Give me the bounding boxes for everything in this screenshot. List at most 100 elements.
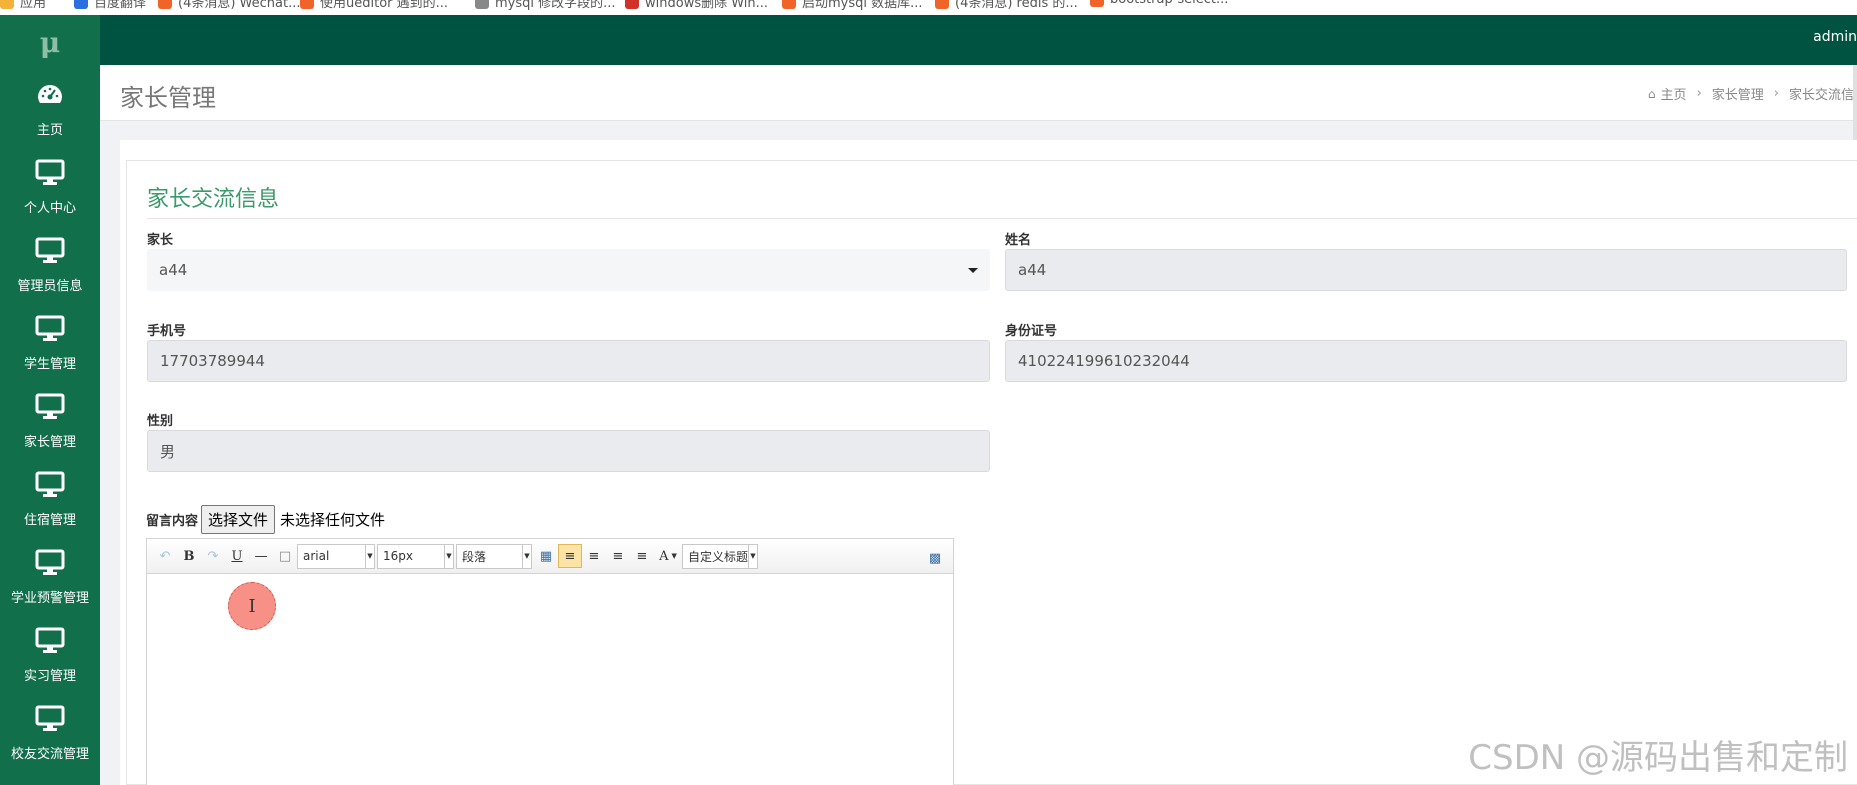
caret-down-icon: ▼: [444, 544, 453, 568]
bookmark-item[interactable]: 使用ueditor 遇到的...: [300, 0, 448, 11]
monitor-icon: [35, 315, 65, 353]
form-title: 家长交流信息: [147, 187, 280, 212]
idcard-field[interactable]: 410224199610232044: [1005, 340, 1847, 382]
bookmark-label: 使用ueditor 遇到的...: [320, 0, 449, 11]
redo-icon[interactable]: ↷: [201, 544, 225, 568]
font-size-select[interactable]: 16px ▼: [377, 543, 454, 569]
bookmark-item[interactable]: 百度翻译: [74, 0, 146, 11]
sidebar-item-label: 主页: [36, 122, 63, 138]
sidebar-item[interactable]: 个人中心: [0, 148, 100, 226]
font-family-value: arial: [303, 549, 330, 563]
cursor-highlight: I: [228, 582, 276, 630]
table-icon[interactable]: ▦: [534, 544, 558, 568]
font-color-label: A: [659, 548, 669, 564]
bookmark-label: windows删除 Win...: [645, 0, 769, 11]
bookmark-icon: [1090, 0, 1104, 7]
sidebar-item-label: 学生管理: [23, 356, 76, 372]
user-menu[interactable]: admin: [1813, 29, 1857, 45]
bold-button[interactable]: B: [177, 544, 201, 568]
sidebar-item-label: 实习管理: [23, 668, 76, 684]
align-center-icon[interactable]: ≡: [606, 544, 630, 568]
page-icon[interactable]: □: [273, 544, 297, 568]
sidebar-item-label: 学业预警管理: [10, 590, 89, 606]
bookmark-label: mysql 修改字段的...: [495, 0, 616, 11]
custom-title-select[interactable]: 自定义标题 ▼: [682, 543, 758, 569]
bookmark-label: bootstrap-select...: [1110, 0, 1228, 7]
bookmark-item[interactable]: bootstrap-select...: [1090, 0, 1228, 7]
gender-field-value: 男: [160, 442, 176, 461]
bookmark-bar: 应用 百度翻译 (4条消息) Wechat... 使用ueditor 遇到的... my…: [0, 0, 1857, 15]
top-bar: admin: [100, 15, 1857, 65]
bookmark-item[interactable]: 启动mysql 数据库...: [782, 0, 923, 11]
font-size-value: 16px: [383, 549, 413, 563]
sidebar-item-label: 个人中心: [23, 200, 76, 216]
paragraph-value: 段落: [462, 549, 487, 564]
bookmark-icon: [935, 0, 949, 9]
bookmark-item[interactable]: (4条消息) redis 的...: [935, 0, 1078, 11]
parent-select[interactable]: a44: [147, 249, 990, 291]
monitor-icon: [35, 393, 65, 431]
choose-file-button[interactable]: 选择文件: [201, 505, 276, 534]
fullscreen-icon[interactable]: ▩: [923, 546, 947, 570]
monitor-icon: [35, 627, 65, 665]
monitor-icon: [35, 237, 65, 275]
sidebar-item[interactable]: 管理员信息: [0, 226, 100, 304]
sidebar-item[interactable]: 校友交流管理: [0, 694, 100, 772]
sidebar-item[interactable]: 学业预警管理: [0, 538, 100, 616]
sidebar-item[interactable]: 住宿管理: [0, 460, 100, 538]
bookmark-label: 应用: [20, 0, 47, 11]
phone-label: 手机号: [147, 324, 187, 339]
font-family-select[interactable]: arial ▼: [297, 543, 375, 569]
breadcrumb-current: 家长交流信息: [1788, 88, 1857, 103]
bookmark-item[interactable]: 应用: [0, 0, 46, 11]
sidebar-item[interactable]: 主页: [0, 70, 100, 148]
paragraph-select[interactable]: 段落 ▼: [456, 543, 532, 569]
message-file-row: 留言内容 选择文件 未选择任何文件: [146, 505, 385, 534]
monitor-icon: [35, 159, 65, 197]
bookmark-item[interactable]: mysql 修改字段的...: [475, 0, 616, 11]
phone-field-value: 17703789944: [160, 352, 265, 370]
bookmark-item[interactable]: (4条消息) Wechat...: [158, 0, 301, 11]
breadcrumb-parent-management[interactable]: 家长管理: [1712, 84, 1764, 103]
monitor-icon: [35, 705, 65, 743]
home-icon: ⌂: [1647, 86, 1656, 101]
breadcrumb-home[interactable]: 主页: [1661, 84, 1687, 103]
align-left-icon[interactable]: ≡: [558, 544, 582, 568]
parent-select-value: a44: [159, 261, 188, 279]
bookmark-icon: [625, 0, 639, 9]
bookmark-label: (4条消息) Wechat...: [178, 0, 301, 11]
bookmark-label: (4条消息) redis 的...: [955, 0, 1078, 11]
sidebar-item[interactable]: 家长管理: [0, 382, 100, 460]
caret-down-icon: [968, 267, 978, 273]
horizontal-rule-button[interactable]: —: [249, 544, 273, 568]
bookmark-label: 启动mysql 数据库...: [802, 0, 923, 11]
gender-label: 性别: [147, 414, 174, 429]
underline-button[interactable]: U: [225, 544, 249, 568]
sidebar-item[interactable]: 学生管理: [0, 304, 100, 382]
sidebar-item-label: 住宿管理: [23, 512, 76, 528]
file-status: 未选择任何文件: [280, 511, 386, 529]
font-color-button[interactable]: A ▼: [654, 544, 682, 568]
monitor-icon: [35, 471, 65, 509]
undo-icon[interactable]: ↶: [153, 544, 177, 568]
bookmark-item[interactable]: windows删除 Win...: [625, 0, 768, 11]
page-title: 家长管理: [120, 84, 216, 112]
sidebar-item[interactable]: 实习管理: [0, 616, 100, 694]
gender-field[interactable]: 男: [147, 430, 990, 472]
align-right-icon[interactable]: ≡: [582, 544, 606, 568]
monitor-icon: [35, 549, 65, 587]
name-field[interactable]: a44: [1005, 249, 1847, 291]
bookmark-icon: [74, 0, 88, 9]
bookmark-icon: [0, 0, 14, 9]
chevron-right-icon: ›: [1696, 86, 1702, 101]
align-justify-icon[interactable]: ≡: [630, 544, 654, 568]
caret-down-icon: ▼: [748, 544, 757, 568]
name-field-value: a44: [1018, 261, 1047, 279]
caret-down-icon: ▼: [365, 544, 374, 568]
caret-down-icon: ▼: [522, 544, 531, 568]
sidebar-item-label: 校友交流管理: [10, 746, 89, 762]
chevron-right-icon: ›: [1773, 86, 1779, 101]
bookmark-icon: [300, 0, 314, 9]
watermark: CSDN @源码出售和定制: [1468, 738, 1848, 778]
phone-field[interactable]: 17703789944: [147, 340, 990, 382]
